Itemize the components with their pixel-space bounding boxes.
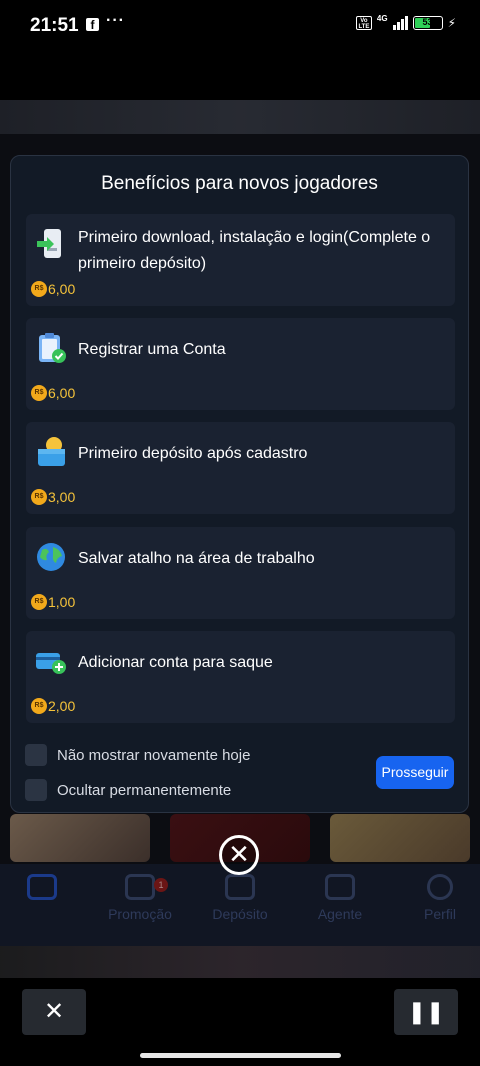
volte-icon: Vo LTE <box>355 16 372 30</box>
facebook-icon: f <box>86 18 99 32</box>
background-game-tile <box>330 814 470 862</box>
task-card[interactable]: Registrar uma Conta R$ 6,00 <box>26 318 455 410</box>
deposit-icon <box>225 874 255 900</box>
network-type: 4G <box>376 13 388 23</box>
currency-icon: R$ <box>31 698 47 714</box>
task-reward: R$ 6,00 <box>31 385 75 401</box>
nav-perfil: Perfil <box>392 874 480 922</box>
task-label: Adicionar conta para saque <box>78 654 273 671</box>
status-icons: Vo LTE 4G 53 ⚡ <box>355 13 456 30</box>
nav-badge: 1 <box>154 878 168 892</box>
nav-label: Promoção <box>108 906 172 922</box>
status-bar: 21:51 f ··· Vo LTE 4G 53 ⚡ <box>0 0 480 54</box>
home-icon <box>27 874 57 900</box>
nav-label: Perfil <box>424 906 456 922</box>
globe-icon <box>35 541 67 573</box>
phone-download-icon <box>35 228 67 260</box>
hide-permanently-label: Ocultar permanentemente <box>57 781 232 799</box>
background-banner <box>0 100 480 134</box>
background-game-tile <box>10 814 150 862</box>
modal-close-icon[interactable]: ✕ <box>219 835 259 875</box>
task-card[interactable]: Adicionar conta para saque R$ 2,00 <box>26 631 455 723</box>
dont-show-today-checkbox[interactable] <box>25 744 47 766</box>
task-label: Primeiro download, instalação e login(Co… <box>78 229 431 272</box>
gift-icon <box>125 874 155 900</box>
reward-amount: 2,00 <box>48 698 76 714</box>
nav-promocao: Promoção 1 <box>92 874 188 922</box>
currency-icon: R$ <box>31 281 47 297</box>
more-notifications-icon: ··· <box>106 12 125 29</box>
nav-agente: Agente <box>292 874 388 922</box>
background-strip <box>0 946 480 980</box>
new-player-benefits-modal: Benefícios para novos jogadores Primeiro… <box>10 155 469 813</box>
coins-icon <box>325 874 355 900</box>
reward-amount: 3,00 <box>48 489 76 505</box>
nav-home <box>0 874 90 906</box>
close-icon[interactable]: ✕ <box>22 989 86 1035</box>
clipboard-check-icon <box>35 332 67 364</box>
task-label: Salvar atalho na área de trabalho <box>78 550 315 567</box>
reward-amount: 1,00 <box>48 594 76 610</box>
task-card[interactable]: Salvar atalho na área de trabalho R$ 1,0… <box>26 527 455 619</box>
signal-icon <box>392 16 408 30</box>
currency-icon: R$ <box>31 385 47 401</box>
battery-level: 53 <box>422 17 433 27</box>
task-card[interactable]: Primeiro download, instalação e login(Co… <box>26 214 455 306</box>
task-label: Registrar uma Conta <box>78 341 226 358</box>
task-reward: R$ 3,00 <box>31 489 75 505</box>
nav-label: Depósito <box>212 906 268 922</box>
nav-deposito: Depósito <box>192 874 288 922</box>
currency-icon: R$ <box>31 594 47 610</box>
task-label: Primeiro depósito após cadastro <box>78 445 308 462</box>
reward-amount: 6,00 <box>48 385 76 401</box>
background-tab-bar: Promoção 1 Depósito Agente Perfil <box>0 864 480 946</box>
wallet-coin-icon <box>35 436 67 468</box>
dont-show-today-label: Não mostrar novamente hoje <box>57 746 251 764</box>
home-indicator[interactable] <box>140 1053 341 1058</box>
task-card[interactable]: Primeiro depósito após cadastro R$ 3,00 <box>26 422 455 514</box>
task-reward: R$ 1,00 <box>31 594 75 610</box>
dont-show-today-option[interactable]: Não mostrar novamente hoje <box>25 744 250 766</box>
reward-amount: 6,00 <box>48 281 76 297</box>
task-reward: R$ 6,00 <box>31 281 75 297</box>
battery-icon: 53 <box>412 16 443 30</box>
proceed-button[interactable]: Prosseguir <box>376 756 454 789</box>
pause-icon[interactable]: ❚❚ <box>394 989 458 1035</box>
task-reward: R$ 2,00 <box>31 698 75 714</box>
user-icon <box>427 874 453 900</box>
hide-permanently-checkbox[interactable] <box>25 779 47 801</box>
modal-title: Benefícios para novos jogadores <box>101 173 378 194</box>
currency-icon: R$ <box>31 489 47 505</box>
hide-permanently-option[interactable]: Ocultar permanentemente <box>25 779 231 801</box>
charging-icon: ⚡ <box>447 16 456 30</box>
nav-label: Agente <box>317 906 363 922</box>
status-time: 21:51 <box>30 15 79 36</box>
card-add-icon <box>35 645 67 677</box>
